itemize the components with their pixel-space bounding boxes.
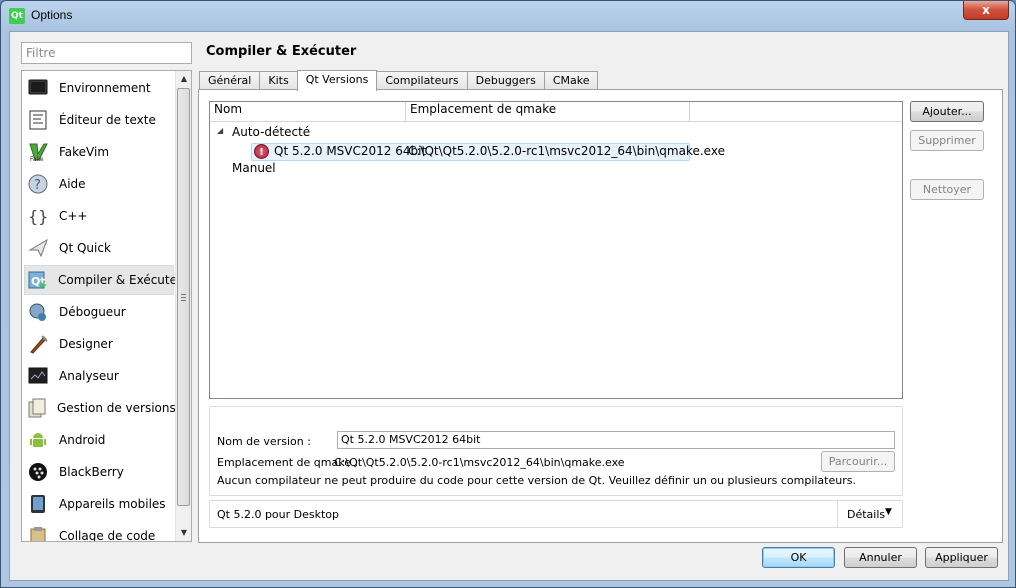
tree-header: Nom Emplacement de qmake [210, 102, 902, 122]
version-name-field[interactable]: Qt 5.2.0 MSVC2012 64bit [337, 431, 895, 449]
designer-icon [27, 333, 49, 355]
category-analyseur[interactable]: Analyseur [24, 361, 174, 391]
blackberry-icon [27, 461, 49, 483]
category-gestion-de-versions[interactable]: Gestion de versions [24, 393, 176, 423]
filter-input[interactable] [22, 43, 191, 63]
category-label: BlackBerry [59, 465, 124, 479]
compiler-warning-text: Aucun compilateur ne peut produire du co… [217, 474, 856, 487]
page-title: Compiler & Exécuter [206, 44, 357, 59]
category-designer[interactable]: Designer [24, 329, 174, 359]
category-environnement[interactable]: Environnement [24, 73, 174, 103]
remove-button[interactable]: Supprimer [910, 130, 984, 151]
qt-version-path[interactable]: C:\Qt\Qt5.2.0\5.2.0-rc1\msvc2012_64\bin\… [408, 143, 725, 160]
tab-bar: Général Kits Qt Versions Compilateurs De… [199, 70, 599, 91]
column-header-emplacement[interactable]: Emplacement de qmake [406, 102, 690, 122]
ok-button[interactable]: OK [762, 547, 835, 568]
category-label: C++ [59, 209, 88, 223]
tree-group-auto-detecte[interactable]: Auto-détecté [232, 124, 310, 141]
category-label: Analyseur [59, 369, 119, 383]
tab-cmake[interactable]: CMake [543, 71, 599, 90]
qt-quick-icon [27, 237, 49, 259]
category-label: Aide [59, 177, 86, 191]
category-collage-de-code[interactable]: Collage de code [24, 521, 174, 542]
category-label: Éditeur de texte [59, 113, 156, 127]
svg-text:{}: {} [28, 207, 48, 226]
category-label: Environnement [59, 81, 151, 95]
cancel-button[interactable]: Annuler [844, 547, 917, 568]
category-label: Compiler & Exécuter [58, 273, 182, 287]
collapse-arrow-icon[interactable]: ◢ [217, 126, 223, 135]
category-label: Collage de code [59, 529, 156, 542]
category-label: Gestion de versions [57, 401, 176, 415]
category-label: Qt Quick [59, 241, 111, 255]
details-toggle-label[interactable]: Détails [847, 508, 885, 521]
code-paste-icon [27, 525, 49, 541]
category-label: Débogueur [59, 305, 126, 319]
summary-box: Qt 5.2.0 pour Desktop Détails ▼ [209, 500, 903, 528]
grip-icon [181, 294, 186, 301]
version-details-box: Nom de version : Qt 5.2.0 MSVC2012 64bit… [209, 406, 903, 496]
tree-group-manuel[interactable]: Manuel [232, 160, 276, 177]
scrollbar-thumb[interactable] [177, 88, 190, 506]
qt-logo-icon: Qt [9, 8, 25, 24]
tab-qt-versions[interactable]: Qt Versions [296, 70, 378, 91]
category-label: Appareils mobiles [59, 497, 166, 511]
category-fakevim[interactable]: Fake FakeVim [24, 137, 174, 167]
qt-version-name[interactable]: Qt 5.2.0 MSVC2012 64bit [274, 143, 426, 160]
column-header-nom[interactable]: Nom [210, 102, 406, 122]
add-button[interactable]: Ajouter... [910, 101, 984, 122]
category-aide[interactable]: ? Aide [24, 169, 174, 199]
android-icon [27, 429, 49, 451]
category-compiler-executer[interactable]: Qt Compiler & Exécuter [24, 265, 182, 295]
scroll-down-icon[interactable]: ▼ [176, 525, 191, 541]
dropdown-arrow-icon[interactable]: ▼ [885, 507, 892, 517]
svg-text:?: ? [34, 178, 41, 193]
tab-debuggers[interactable]: Debuggers [466, 71, 545, 90]
category-android[interactable]: Android [24, 425, 174, 455]
mobile-device-icon [27, 493, 49, 515]
qt-versions-tree[interactable]: Nom Emplacement de qmake ◢ Auto-détecté … [209, 101, 903, 399]
title-bar[interactable]: Qt Options x [1, 1, 1015, 31]
debugger-icon [27, 301, 49, 323]
fakevim-icon: Fake [27, 141, 49, 163]
tab-general[interactable]: Général [199, 71, 261, 90]
dialog-client-area: Environnement Éditeur de texte Fake Fake… [9, 31, 1009, 581]
category-list-scrollbar[interactable]: ▲ ▼ [175, 71, 191, 541]
window-title: Options [31, 8, 73, 22]
error-icon: ! [254, 144, 269, 159]
apply-button[interactable]: Appliquer [925, 547, 998, 568]
cpp-braces-icon: {} [27, 205, 49, 227]
category-list: Environnement Éditeur de texte Fake Fake… [21, 70, 192, 542]
category-label: Designer [59, 337, 113, 351]
scroll-up-icon[interactable]: ▲ [176, 71, 191, 87]
category-editeur-de-texte[interactable]: Éditeur de texte [24, 105, 174, 135]
category-label: Android [59, 433, 106, 447]
category-debogueur[interactable]: Débogueur [24, 297, 174, 327]
qmake-location-value: C:\Qt\Qt5.2.0\5.2.0-rc1\msvc2012_64\bin\… [334, 456, 625, 469]
category-appareils-mobiles[interactable]: Appareils mobiles [24, 489, 174, 519]
window-close-button[interactable]: x [963, 1, 1009, 20]
text-editor-icon [27, 109, 49, 131]
tab-kits[interactable]: Kits [259, 71, 298, 90]
category-qt-quick[interactable]: Qt Quick [24, 233, 174, 263]
summary-separator [837, 501, 838, 527]
version-name-label: Nom de version : [217, 435, 311, 448]
clean-button[interactable]: Nettoyer [910, 179, 984, 200]
qt-versions-panel: Nom Emplacement de qmake ◢ Auto-détecté … [198, 89, 1003, 543]
filter-box[interactable] [21, 42, 192, 64]
version-control-icon [27, 397, 47, 419]
category-label: FakeVim [59, 145, 110, 159]
monitor-icon [27, 77, 49, 99]
help-icon: ? [27, 173, 49, 195]
analyzer-icon [27, 365, 49, 387]
tab-compilateurs[interactable]: Compilateurs [376, 71, 468, 90]
category-cpp[interactable]: {} C++ [24, 201, 174, 231]
options-window: Qt Options x Environnement Éditeur de te… [0, 0, 1016, 588]
category-blackberry[interactable]: BlackBerry [24, 457, 174, 487]
svg-text:Fake: Fake [30, 156, 44, 162]
summary-text: Qt 5.2.0 pour Desktop [217, 508, 340, 521]
build-run-icon: Qt [28, 269, 48, 291]
browse-button[interactable]: Parcourir... [821, 451, 895, 472]
